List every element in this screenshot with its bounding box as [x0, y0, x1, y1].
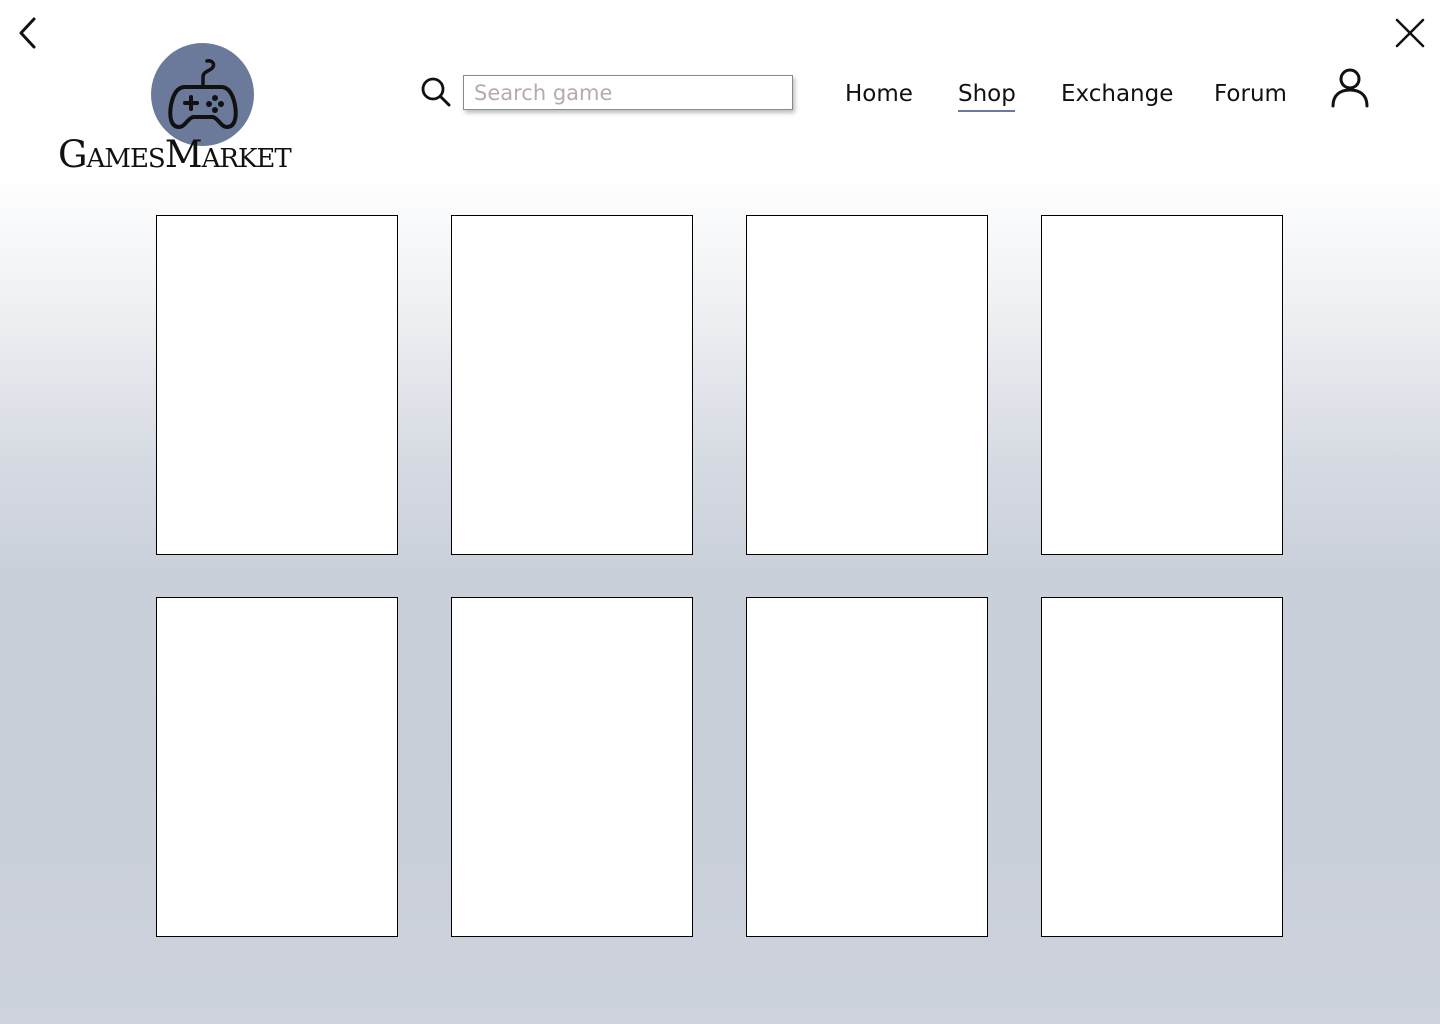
nav-home[interactable]: Home — [845, 75, 913, 115]
chevron-left-icon — [19, 17, 36, 49]
close-icon — [1395, 18, 1425, 48]
game-card[interactable] — [451, 597, 693, 937]
game-card[interactable] — [156, 597, 398, 937]
user-account-button[interactable] — [1326, 63, 1374, 111]
nav-shop[interactable]: Shop — [958, 75, 1016, 115]
game-card[interactable] — [1041, 215, 1283, 555]
nav-exchange[interactable]: Exchange — [1061, 75, 1173, 115]
game-card[interactable] — [156, 215, 398, 555]
close-button[interactable] — [1390, 13, 1430, 53]
nav-forum[interactable]: Forum — [1214, 75, 1287, 115]
search-button[interactable] — [418, 74, 454, 110]
user-icon — [1331, 68, 1369, 108]
gamepad-icon — [167, 58, 238, 129]
search-icon — [421, 77, 451, 107]
back-button[interactable] — [9, 13, 49, 53]
nav-active-indicator — [958, 110, 1015, 112]
brand-name: GamesMarket — [58, 133, 292, 176]
search-input[interactable] — [463, 75, 793, 110]
game-card[interactable] — [451, 215, 693, 555]
game-card[interactable] — [1041, 597, 1283, 937]
game-card[interactable] — [746, 215, 988, 555]
game-card[interactable] — [746, 597, 988, 937]
